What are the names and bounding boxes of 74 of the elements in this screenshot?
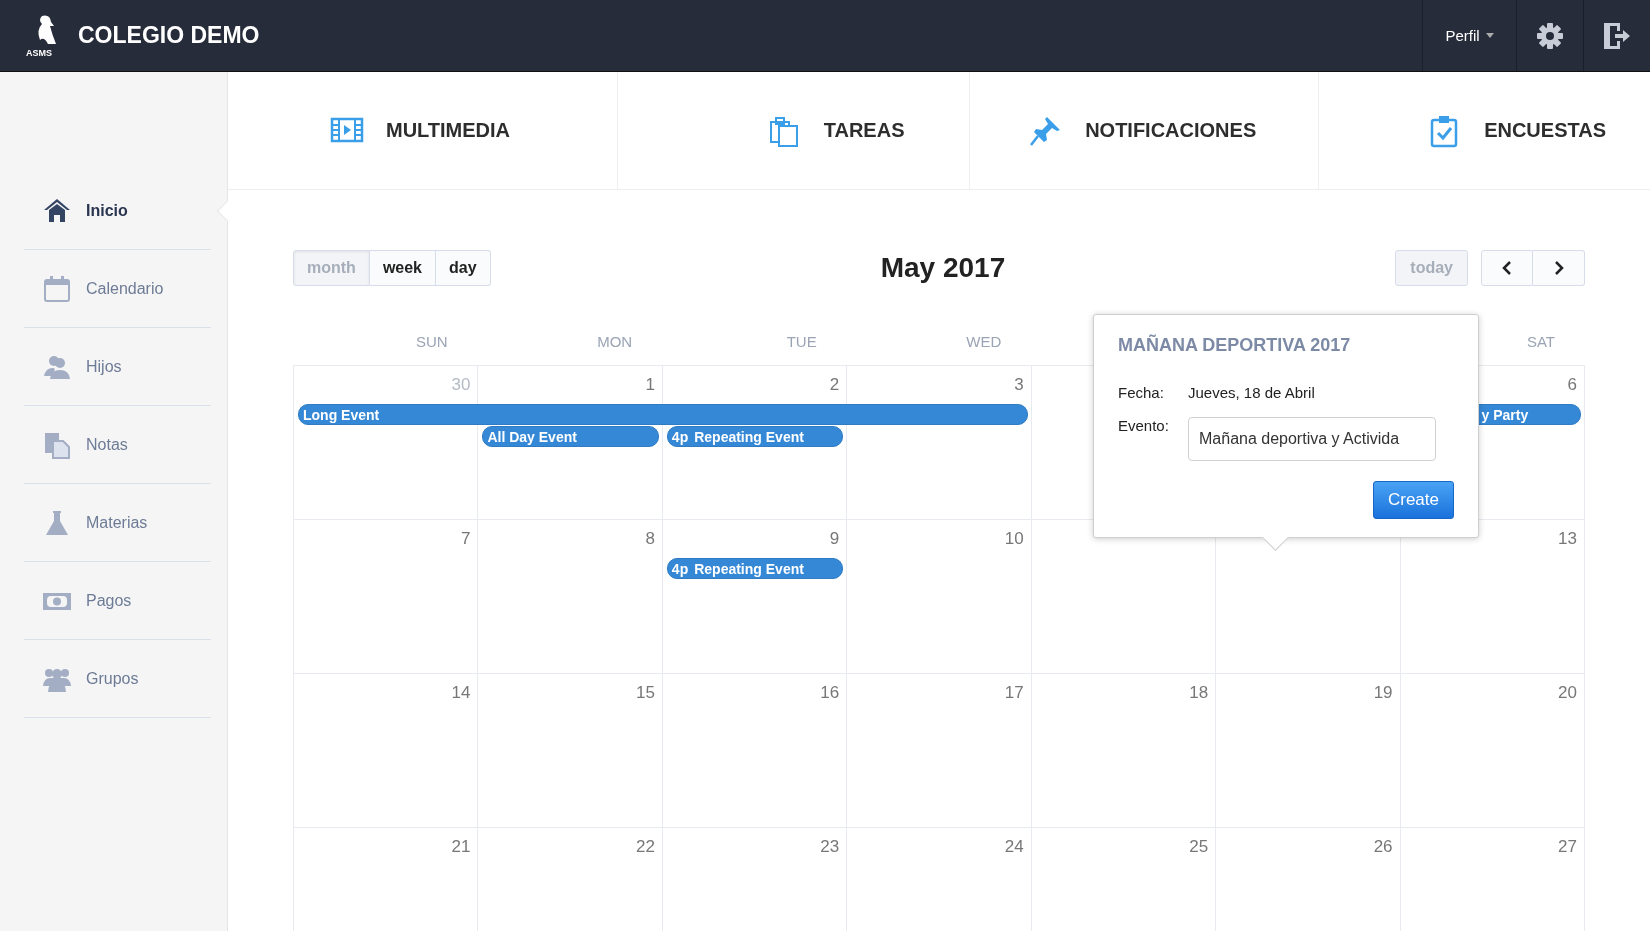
day-number: 24 [1004, 836, 1025, 858]
weekday-label: MON [597, 333, 633, 350]
field-label: Evento: [1118, 417, 1170, 434]
field-label: Fecha: [1118, 384, 1165, 401]
day-number: 17 [1004, 682, 1025, 704]
day-number: 13 [1558, 528, 1578, 550]
sidebar-item[interactable]: Materias [24, 484, 211, 562]
sidebar-label: Calendario [86, 279, 164, 298]
sidebar-label: Grupos [86, 669, 139, 688]
day-number: 19 [1373, 682, 1394, 704]
module-tab[interactable]: ENCUESTAS [1319, 72, 1650, 189]
day-number: 10 [1004, 528, 1025, 550]
day-number: 18 [1189, 682, 1210, 704]
day-number: 26 [1373, 836, 1394, 858]
popover-title: MAÑANA DEPORTIVA 2017 [1118, 335, 1352, 356]
weekday-label: TUE [786, 333, 817, 350]
view-button[interactable]: month [293, 250, 370, 286]
chevron-right-icon [1553, 261, 1564, 275]
school-name: COLEGIO DEMO [78, 22, 260, 49]
tab-label: TAREAS [823, 119, 905, 142]
logo-text: ASMS [26, 47, 52, 58]
calendar-event[interactable]: Long Event [298, 404, 1028, 425]
day-number: 25 [1189, 836, 1210, 858]
day-number: 22 [635, 836, 656, 858]
day-number: 27 [1558, 836, 1578, 858]
sidebar-label: Hijos [86, 357, 122, 376]
event-input[interactable]: Mañana deportiva y Activida [1188, 417, 1436, 461]
create-button[interactable]: Create [1372, 481, 1454, 519]
weekday-label: SAT [1526, 333, 1555, 350]
calendar-event[interactable]: 4p Repeating Event [666, 558, 844, 579]
day-number: 8 [645, 528, 656, 550]
tab-label: ENCUESTAS [1484, 119, 1606, 142]
day-number: 23 [820, 836, 841, 858]
sidebar-item[interactable]: Hijos [24, 328, 211, 406]
day-number: 30 [451, 374, 472, 396]
calendar-event[interactable]: 4p Repeating Event [666, 426, 844, 447]
sidebar-item[interactable]: Grupos [24, 640, 211, 718]
sidebar-item[interactable]: Pagos [24, 562, 211, 640]
module-tab[interactable]: NOTIFICACIONES [969, 72, 1320, 189]
day-number: 15 [635, 682, 656, 704]
day-number: 6 [1567, 374, 1578, 396]
sidebar-label: Pagos [86, 591, 132, 610]
day-number: 3 [1014, 374, 1025, 396]
day-number: 20 [1558, 682, 1578, 704]
date-value: Jueves, 18 de Abril [1188, 384, 1315, 401]
sidebar-label: Inicio [86, 201, 128, 220]
day-number: 9 [829, 528, 841, 550]
sidebar-item[interactable]: Calendario [24, 250, 211, 328]
module-tab[interactable]: MULTIMEDIA [228, 72, 618, 189]
calendar-icon [42, 273, 72, 304]
caret-icon [1485, 33, 1494, 38]
day-number: 1 [645, 374, 656, 396]
sidebar-label: Materias [86, 513, 148, 532]
day-number: 7 [460, 528, 472, 550]
sidebar-item[interactable]: Notas [24, 406, 211, 484]
weekday-label: SUN [415, 333, 448, 350]
view-button[interactable]: day [436, 250, 491, 286]
day-number: 2 [829, 374, 841, 396]
sidebar-item[interactable]: Inicio [24, 172, 211, 250]
logout-icon [1602, 21, 1632, 50]
tab-label: NOTIFICACIONES [1085, 119, 1257, 142]
weekday-label: WED [966, 333, 1002, 350]
profile-menu[interactable]: Perfil [1422, 0, 1516, 71]
day-number: 14 [451, 682, 472, 704]
sidebar-label: Notas [86, 435, 128, 454]
module-tab[interactable]: TAREAS [617, 72, 970, 189]
chevron-left-icon [1502, 261, 1512, 275]
calendar-event[interactable]: All Day Event [482, 426, 659, 447]
view-button[interactable]: week [369, 250, 436, 286]
tab-label: MULTIMEDIA [386, 119, 511, 142]
month-title: May 2017 [880, 252, 1006, 284]
day-number: 16 [820, 682, 841, 704]
settings-icon [1536, 21, 1564, 50]
day-number: 21 [451, 836, 472, 858]
